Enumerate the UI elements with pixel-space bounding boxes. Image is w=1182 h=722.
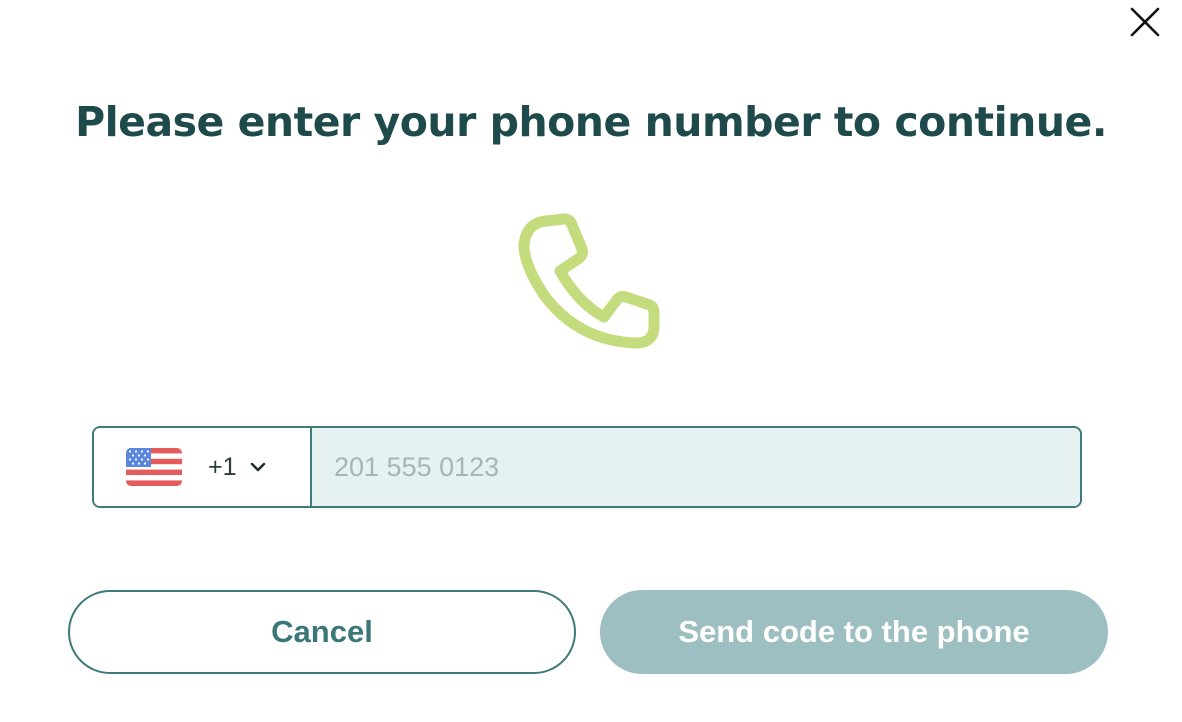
us-flag-icon [126, 448, 182, 486]
phone-verification-dialog: Please enter your phone number to contin… [0, 0, 1182, 722]
country-code-select[interactable]: +1 [94, 428, 312, 506]
chevron-down-icon [249, 458, 267, 476]
phone-number-input[interactable] [312, 428, 1080, 506]
phone-number-field-group: +1 [92, 426, 1082, 508]
phone-icon [518, 213, 660, 349]
send-code-button[interactable]: Send code to the phone [600, 590, 1108, 674]
dial-code: +1 [208, 452, 237, 481]
dialog-title: Please enter your phone number to contin… [75, 98, 1107, 146]
close-button[interactable] [1125, 2, 1165, 42]
cancel-button[interactable]: Cancel [68, 590, 576, 674]
close-icon [1130, 7, 1160, 37]
